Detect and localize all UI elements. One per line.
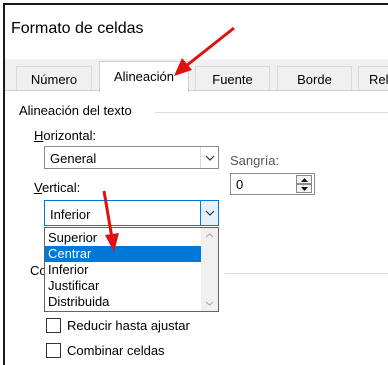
shrink-to-fit-label: Reducir hasta ajustar [67, 318, 190, 333]
merge-cells-label: Combinar celdas [67, 343, 165, 358]
scroll-up-icon [205, 233, 214, 238]
option-distribuida[interactable]: Distribuida [45, 294, 201, 310]
indent-value: 0 [236, 177, 244, 192]
tab-label: Número [30, 72, 78, 87]
horizontal-label: Horizontal: [34, 128, 97, 143]
group-divider [155, 112, 388, 113]
horizontal-select[interactable]: General [44, 146, 219, 169]
tab-relleno[interactable]: Rel [358, 66, 388, 91]
tab-label: Borde [297, 72, 332, 87]
merge-cells-checkbox[interactable] [46, 343, 61, 358]
option-inferior[interactable]: Inferior [45, 262, 201, 278]
tab-borde[interactable]: Borde [277, 66, 352, 91]
scroll-down-icon [205, 301, 214, 306]
shrink-to-fit-checkbox[interactable] [46, 318, 61, 333]
annotation-arrow-option [102, 190, 119, 252]
spin-down-icon[interactable] [296, 184, 312, 193]
tab-label: Rel [369, 72, 388, 87]
chevron-down-icon[interactable] [200, 201, 218, 225]
indent-spinner[interactable]: 0 [230, 173, 315, 195]
indent-label: Sangría: [230, 153, 280, 168]
chevron-down-icon[interactable] [200, 147, 218, 168]
option-justificar[interactable]: Justificar [45, 278, 201, 294]
vertical-select[interactable]: Inferior [44, 200, 219, 226]
vertical-dropdown-list[interactable]: Superior Centrar Inferior Justificar Dis… [44, 227, 219, 312]
vertical-value: Inferior [50, 207, 91, 222]
group-divider [225, 273, 388, 274]
dropdown-scrollbar[interactable] [201, 228, 218, 311]
text-alignment-group-label: Alineación del texto [19, 103, 132, 118]
horizontal-value: General [50, 151, 97, 166]
tab-numero[interactable]: Número [16, 66, 92, 91]
annotation-arrow-tab [174, 26, 235, 76]
dialog-title: Formato de celdas [11, 20, 144, 37]
spin-up-icon[interactable] [296, 175, 312, 184]
vertical-label: Vertical: [34, 180, 81, 195]
